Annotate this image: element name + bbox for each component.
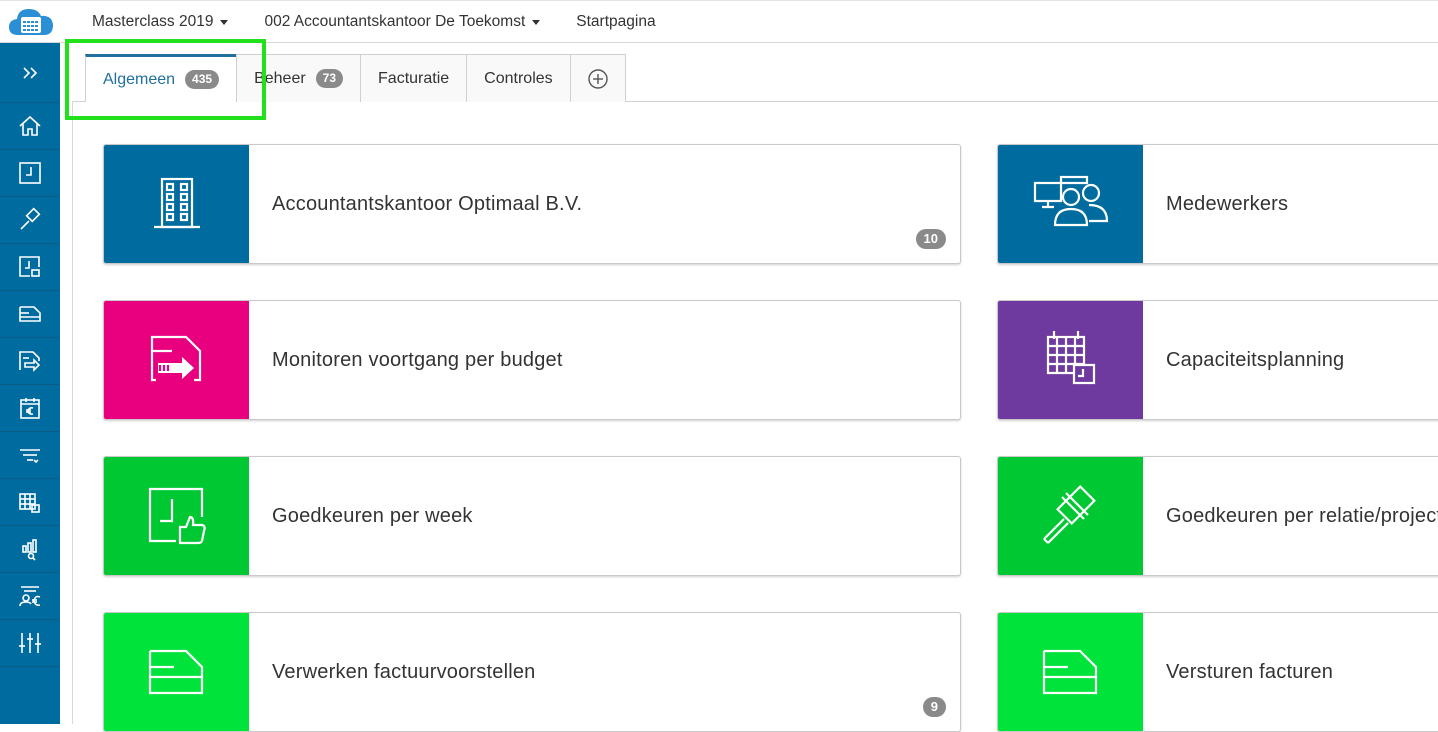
administration-dropdown[interactable]: Masterclass 2019 xyxy=(92,13,229,31)
tab-controles[interactable]: Controles xyxy=(466,54,571,102)
timesheet-icon[interactable] xyxy=(0,150,60,197)
calendar-euro-icon[interactable] xyxy=(0,385,60,432)
tile-label: Goedkeuren per relatie/project xyxy=(1166,504,1438,527)
count-badge: 10 xyxy=(915,229,946,249)
tab-divider xyxy=(72,101,85,102)
approve-week-icon xyxy=(104,457,249,575)
tab-facturatie[interactable]: Facturatie xyxy=(360,54,468,102)
expand-icon[interactable] xyxy=(0,43,60,103)
tile-label: Verwerken factuurvoorstellen xyxy=(272,660,536,683)
tile-label: Monitoren voortgang per budget xyxy=(272,348,563,371)
send-invoice-icon xyxy=(998,613,1143,731)
cloud-calendar-logo-icon[interactable] xyxy=(6,4,56,40)
tile-medewerkers[interactable]: Medewerkers xyxy=(997,144,1438,264)
tab-bar: Algemeen 435 Beheer 73 Facturatie Contro… xyxy=(85,54,626,102)
add-tab-button[interactable] xyxy=(569,54,626,102)
startpage-label: Startpagina xyxy=(576,13,656,30)
employees-icon xyxy=(998,145,1143,263)
send-invoice-icon[interactable] xyxy=(0,338,60,385)
tile-label: Accountantskantoor Optimaal B.V. xyxy=(272,192,583,215)
chart-search-icon[interactable] xyxy=(0,526,60,573)
tile-label: Medewerkers xyxy=(1166,192,1289,215)
calendar-grid-icon[interactable] xyxy=(0,479,60,526)
person-euro-icon[interactable] xyxy=(0,573,60,620)
tile-goedkeuren-per-week[interactable]: Goedkeuren per week xyxy=(103,456,961,576)
invoice-proposal-icon xyxy=(104,613,249,731)
plus-circle-icon xyxy=(587,68,608,89)
count-badge: 73 xyxy=(315,69,344,88)
gavel-icon[interactable] xyxy=(0,197,60,244)
tile-accountantskantoor[interactable]: Accountantskantoor Optimaal B.V. 10 xyxy=(103,144,961,264)
tab-beheer[interactable]: Beheer 73 xyxy=(236,54,362,102)
content-border xyxy=(72,101,73,724)
sidebar xyxy=(0,43,60,724)
company-dropdown[interactable]: 002 Accountantskantoor De Toekomst xyxy=(264,13,541,31)
count-badge: 9 xyxy=(922,697,946,717)
tab-label: Controles xyxy=(484,69,553,87)
tab-algemeen[interactable]: Algemeen 435 xyxy=(85,54,238,102)
gavel-icon xyxy=(998,457,1143,575)
caret-down-icon xyxy=(220,19,229,25)
count-badge: 435 xyxy=(185,70,220,89)
capacity-calendar-icon xyxy=(998,301,1143,419)
home-icon[interactable] xyxy=(0,103,60,150)
budget-progress-icon xyxy=(104,301,249,419)
building-icon xyxy=(104,145,249,263)
invoice-icon[interactable] xyxy=(0,291,60,338)
company-label: 002 Accountantskantoor De Toekomst xyxy=(264,13,526,30)
top-bar: Masterclass 2019 002 Accountantskantoor … xyxy=(0,0,1438,43)
filter-icon[interactable] xyxy=(0,432,60,479)
tab-label: Beheer xyxy=(254,69,306,87)
sliders-icon[interactable] xyxy=(0,620,60,667)
tile-monitoren-voortgang[interactable]: Monitoren voortgang per budget xyxy=(103,300,961,420)
tile-versturen-facturen[interactable]: Versturen facturen xyxy=(997,612,1438,732)
tile-label: Capaciteitsplanning xyxy=(1166,348,1345,371)
tile-label: Versturen facturen xyxy=(1166,660,1334,683)
tile-label: Goedkeuren per week xyxy=(272,504,473,527)
tile-verwerken-factuurvoorstellen[interactable]: Verwerken factuurvoorstellen 9 xyxy=(103,612,961,732)
administration-label: Masterclass 2019 xyxy=(92,13,214,30)
approve-hours-icon[interactable] xyxy=(0,244,60,291)
caret-down-icon xyxy=(532,19,541,25)
startpage-link[interactable]: Startpagina xyxy=(576,13,655,31)
tab-label: Facturatie xyxy=(378,69,450,87)
tile-goedkeuren-per-relatie[interactable]: Goedkeuren per relatie/project xyxy=(997,456,1438,576)
tab-label: Algemeen xyxy=(103,70,176,88)
tile-capaciteitsplanning[interactable]: Capaciteitsplanning xyxy=(997,300,1438,420)
